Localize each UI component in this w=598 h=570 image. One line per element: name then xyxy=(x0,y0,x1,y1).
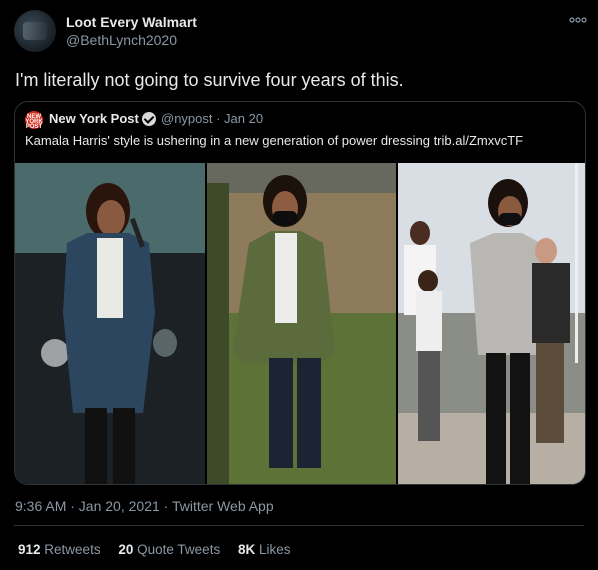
more-horizontal-icon[interactable] xyxy=(568,14,588,26)
quote-tweets-label: Quote Tweets xyxy=(137,542,221,557)
photo-2-illustration xyxy=(207,163,396,484)
quoted-text: Kamala Harris' style is ushering in a ne… xyxy=(25,133,524,148)
photo-3[interactable] xyxy=(398,163,585,484)
photo-1[interactable] xyxy=(15,163,205,484)
quote-tweets-stat[interactable]: 20 Quote Tweets xyxy=(118,542,220,557)
likes-count: 8K xyxy=(237,542,256,557)
retweets-label: Retweets xyxy=(44,542,101,557)
nypost-logo-icon: NEW YORK POST xyxy=(25,111,43,130)
quoted-meta[interactable]: @nypost · Jan 20 xyxy=(161,111,263,126)
photo-3-illustration xyxy=(398,163,585,484)
avatar-image xyxy=(23,22,47,40)
quoted-tweet[interactable]: NEW YORK POST New York Post @nypost · Ja… xyxy=(14,101,586,485)
likes-stat[interactable]: 8K Likes xyxy=(238,542,291,557)
quote-tweets-count: 20 xyxy=(118,542,134,557)
quoted-account-name[interactable]: New York Post xyxy=(49,111,139,126)
retweets-stat[interactable]: 912 Retweets xyxy=(18,542,101,557)
retweets-count: 912 xyxy=(18,542,41,557)
likes-label: Likes xyxy=(259,542,291,557)
divider xyxy=(14,525,584,526)
tweet-text: I'm literally not going to survive four … xyxy=(15,70,404,90)
photo-1-illustration xyxy=(15,163,205,484)
user-handle[interactable]: @BethLynch2020 xyxy=(66,32,177,48)
tweet-timestamp[interactable]: 9:36 AM · Jan 20, 2021 · Twitter Web App xyxy=(15,498,274,514)
display-name[interactable]: Loot Every Walmart xyxy=(66,14,197,30)
engagement-stats: 912 Retweets 20 Quote Tweets 8K Likes xyxy=(18,542,305,557)
verified-badge-icon xyxy=(142,112,156,126)
avatar[interactable] xyxy=(14,10,56,52)
photo-2[interactable] xyxy=(207,163,396,484)
logo-text: NEW YORK POST xyxy=(25,114,43,130)
